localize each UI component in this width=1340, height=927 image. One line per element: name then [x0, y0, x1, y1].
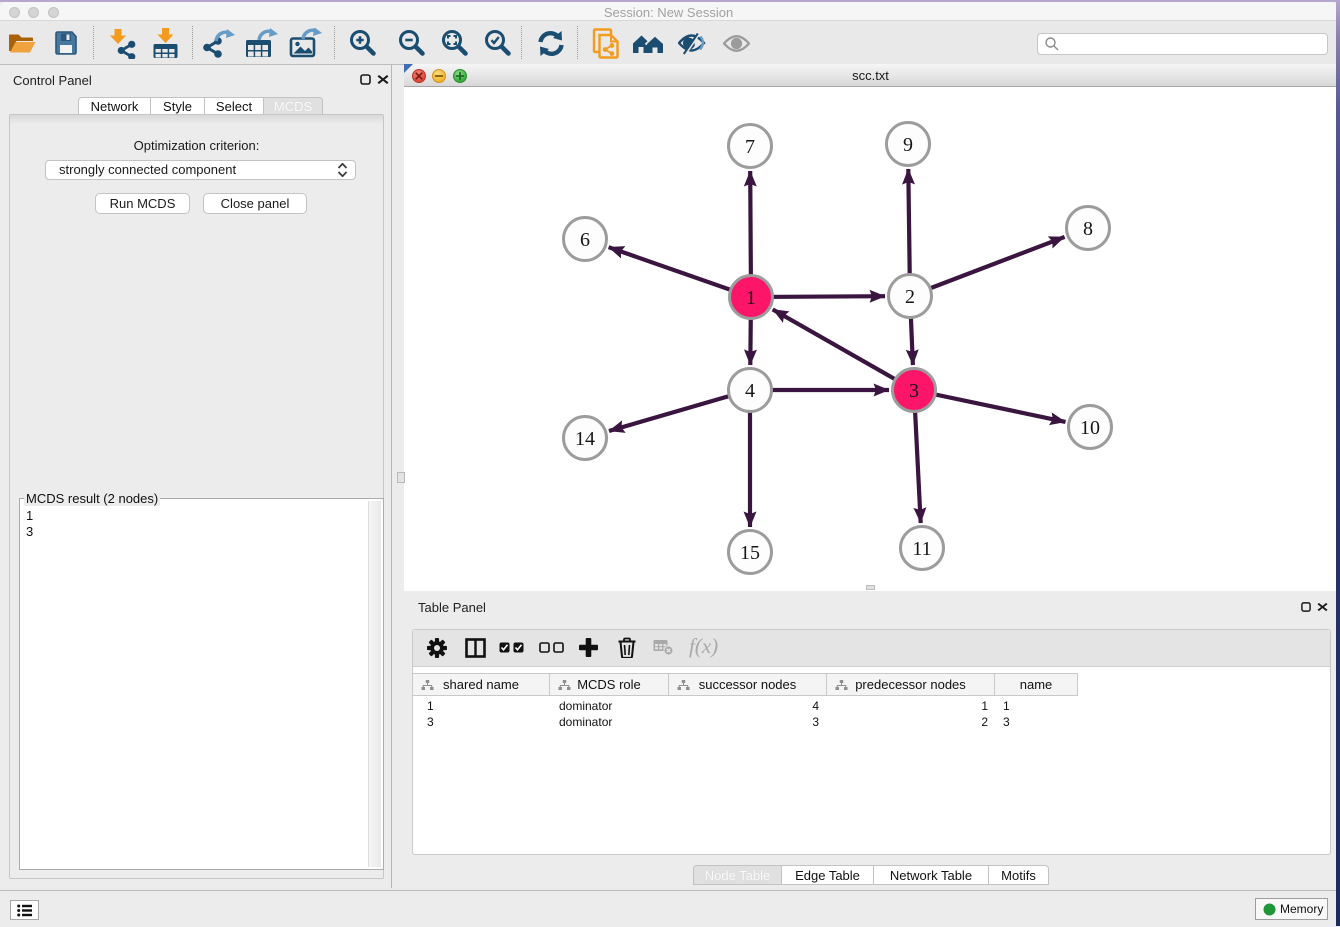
svg-text:10: 10 — [1080, 417, 1100, 439]
svg-text:15: 15 — [740, 542, 760, 564]
svg-text:1: 1 — [746, 287, 756, 309]
svg-text:7: 7 — [745, 136, 755, 158]
svg-text:9: 9 — [903, 134, 913, 156]
svg-text:4: 4 — [745, 380, 755, 402]
svg-text:6: 6 — [580, 229, 590, 251]
svg-text:3: 3 — [909, 380, 919, 402]
svg-text:11: 11 — [912, 538, 931, 560]
svg-text:14: 14 — [575, 428, 595, 450]
svg-text:2: 2 — [905, 286, 915, 308]
svg-text:8: 8 — [1083, 218, 1093, 240]
